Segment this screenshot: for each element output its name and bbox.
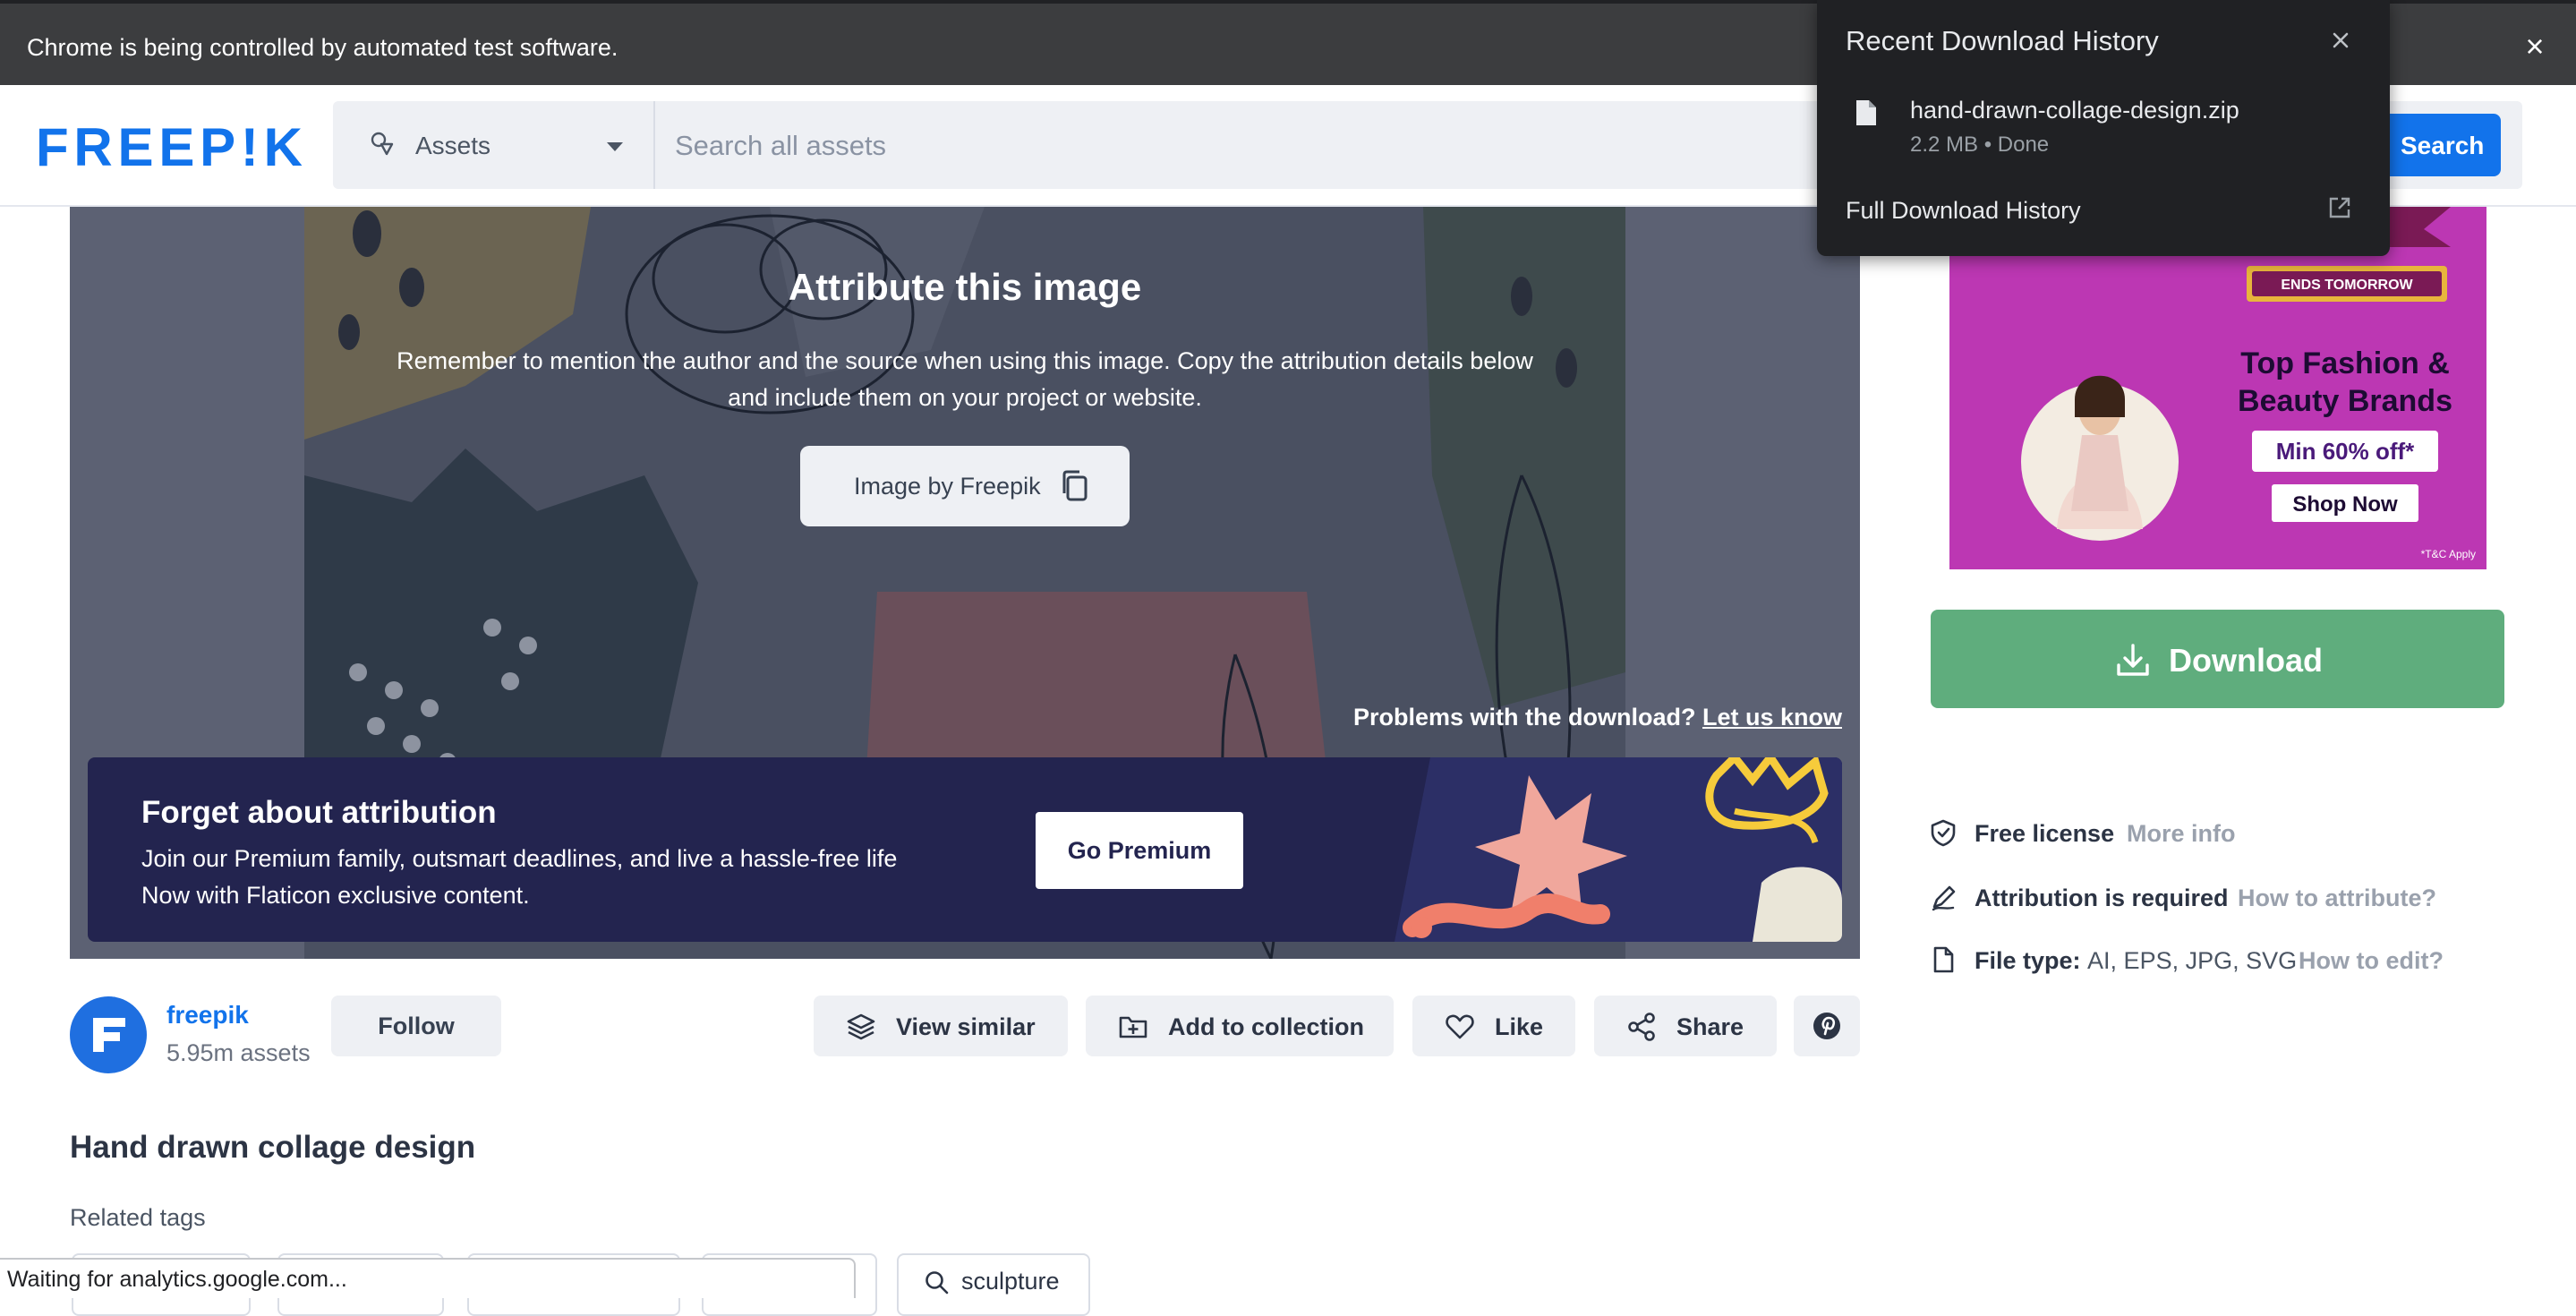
view-similar-button[interactable]: View similar xyxy=(814,996,1068,1056)
tag-label: sculpture xyxy=(961,1268,1060,1295)
download-history-popup: Recent Download History hand-drawn-colla… xyxy=(1817,0,2390,256)
asset-title: Hand drawn collage design xyxy=(70,1130,476,1165)
image-preview: Attribute this image Remember to mention… xyxy=(70,207,1860,959)
download-label: Download xyxy=(2169,642,2323,679)
attribution-description-line: Remember to mention the author and the s… xyxy=(397,347,1533,374)
attribution-row: Attribution is required How to attribute… xyxy=(1930,879,2485,915)
tag-sculpture[interactable]: sculpture xyxy=(897,1253,1090,1316)
browser-status-bar: Waiting for analytics.google.com... xyxy=(0,1258,856,1298)
attribution-required-label: Attribution is required xyxy=(1975,884,2229,911)
external-link-icon[interactable] xyxy=(2327,195,2352,220)
premium-title: Forget about attribution xyxy=(141,795,497,830)
status-text: Waiting for analytics.google.com... xyxy=(7,1267,347,1292)
attribution-text: Image by Freepik xyxy=(854,473,1041,500)
asset-type-label: Assets xyxy=(415,132,491,159)
author-assets-count: 5.95m assets xyxy=(166,1039,311,1066)
go-premium-button[interactable]: Go Premium xyxy=(1036,812,1243,889)
download-problems: Problems with the download? Let us know xyxy=(1353,704,1842,731)
how-to-attribute-link[interactable]: How to attribute? xyxy=(2238,884,2436,912)
shapes-icon xyxy=(371,132,394,156)
file-type-value: AI, EPS, JPG, SVG xyxy=(2087,947,2298,974)
pinterest-icon xyxy=(1813,1013,1840,1039)
ad-headline: Beauty Brands xyxy=(2238,384,2452,418)
freepik-logo[interactable]: FREEP!K xyxy=(36,121,304,171)
download-icon xyxy=(2117,644,2149,676)
file-type-label: File type: AI, EPS, JPG, SVG xyxy=(1975,947,2297,975)
automation-message: Chrome is being controlled by automated … xyxy=(27,34,618,61)
premium-decoration xyxy=(1395,757,1842,942)
premium-line: Now with Flaticon exclusive content. xyxy=(141,882,530,909)
ad-creative: ENDS TOMORROW Top Fashion & Beauty Brand… xyxy=(1949,207,2486,569)
related-tags-label: Related tags xyxy=(70,1204,206,1231)
freepik-f-icon xyxy=(93,1018,125,1052)
close-infobar-icon[interactable]: × xyxy=(2517,29,2553,64)
folder-plus-icon xyxy=(1119,1016,1147,1038)
ad-badge: ENDS TOMORROW xyxy=(2281,278,2413,293)
file-icon xyxy=(1933,946,1954,973)
follow-button[interactable]: Follow xyxy=(331,996,501,1056)
popup-title: Recent Download History xyxy=(1846,25,2159,56)
advertisement[interactable]: ENDS TOMORROW Top Fashion & Beauty Brand… xyxy=(1949,207,2486,569)
premium-banner: Forget about attribution Join our Premiu… xyxy=(88,757,1842,942)
like-button[interactable]: Like xyxy=(1412,996,1575,1056)
asset-type-dropdown[interactable]: Assets xyxy=(333,101,655,189)
copy-attribution-button[interactable]: Image by Freepik xyxy=(800,446,1130,526)
chevron-down-icon xyxy=(607,142,623,151)
author-avatar[interactable] xyxy=(70,996,147,1073)
license-label: Free license xyxy=(1975,820,2115,847)
attribution-title: Attribute this image xyxy=(788,266,1142,308)
ad-cta: Shop Now xyxy=(2292,492,2398,517)
how-to-edit-link[interactable]: How to edit? xyxy=(2299,947,2444,975)
ad-fineprint: *T&C Apply xyxy=(2421,548,2476,560)
search-icon xyxy=(925,1271,949,1295)
share-icon xyxy=(1628,1013,1655,1041)
downloaded-file-meta: 2.2 MB • Done xyxy=(1910,132,2050,157)
author-name-link[interactable]: freepik xyxy=(166,1001,249,1030)
layers-icon xyxy=(847,1013,875,1040)
search-button-label: Search xyxy=(2401,132,2485,159)
pen-icon xyxy=(1932,885,1956,911)
copy-icon xyxy=(1062,470,1088,501)
attribution-description-line: and include them on your project or webs… xyxy=(728,384,1202,411)
close-icon[interactable] xyxy=(2327,27,2354,54)
share-button[interactable]: Share xyxy=(1594,996,1777,1056)
premium-line: Join our Premium family, outsmart deadli… xyxy=(141,845,898,872)
more-info-link[interactable]: More info xyxy=(2127,820,2236,848)
like-label: Like xyxy=(1495,1013,1544,1040)
downloaded-file-name[interactable]: hand-drawn-collage-design.zip xyxy=(1910,97,2239,124)
file-type-label-text: File type: xyxy=(1975,947,2081,974)
problems-text: Problems with the download? xyxy=(1352,704,1696,731)
pinterest-button[interactable] xyxy=(1794,996,1860,1056)
attribution-description: Remember to mention the author and the s… xyxy=(365,343,1565,416)
add-to-collection-label: Add to collection xyxy=(1168,1013,1364,1040)
svg-text:FREEP!K: FREEP!K xyxy=(36,121,304,171)
let-us-know-link[interactable]: Let us know xyxy=(1702,704,1842,731)
share-label: Share xyxy=(1676,1013,1744,1040)
add-to-collection-button[interactable]: Add to collection xyxy=(1086,996,1394,1056)
view-similar-label: View similar xyxy=(896,1013,1036,1040)
license-row: Free license More info xyxy=(1930,815,2485,850)
full-download-history-link[interactable]: Full Download History xyxy=(1846,197,2081,225)
ad-headline: Top Fashion & xyxy=(2240,346,2450,380)
ad-offer: Min 60% off* xyxy=(2276,438,2415,465)
file-icon xyxy=(1856,100,1876,125)
download-button[interactable]: Download xyxy=(1931,610,2504,708)
shield-check-icon xyxy=(1931,819,1956,847)
heart-icon xyxy=(1446,1014,1474,1039)
file-type-row: File type: AI, EPS, JPG, SVG How to edit… xyxy=(1930,942,2503,978)
